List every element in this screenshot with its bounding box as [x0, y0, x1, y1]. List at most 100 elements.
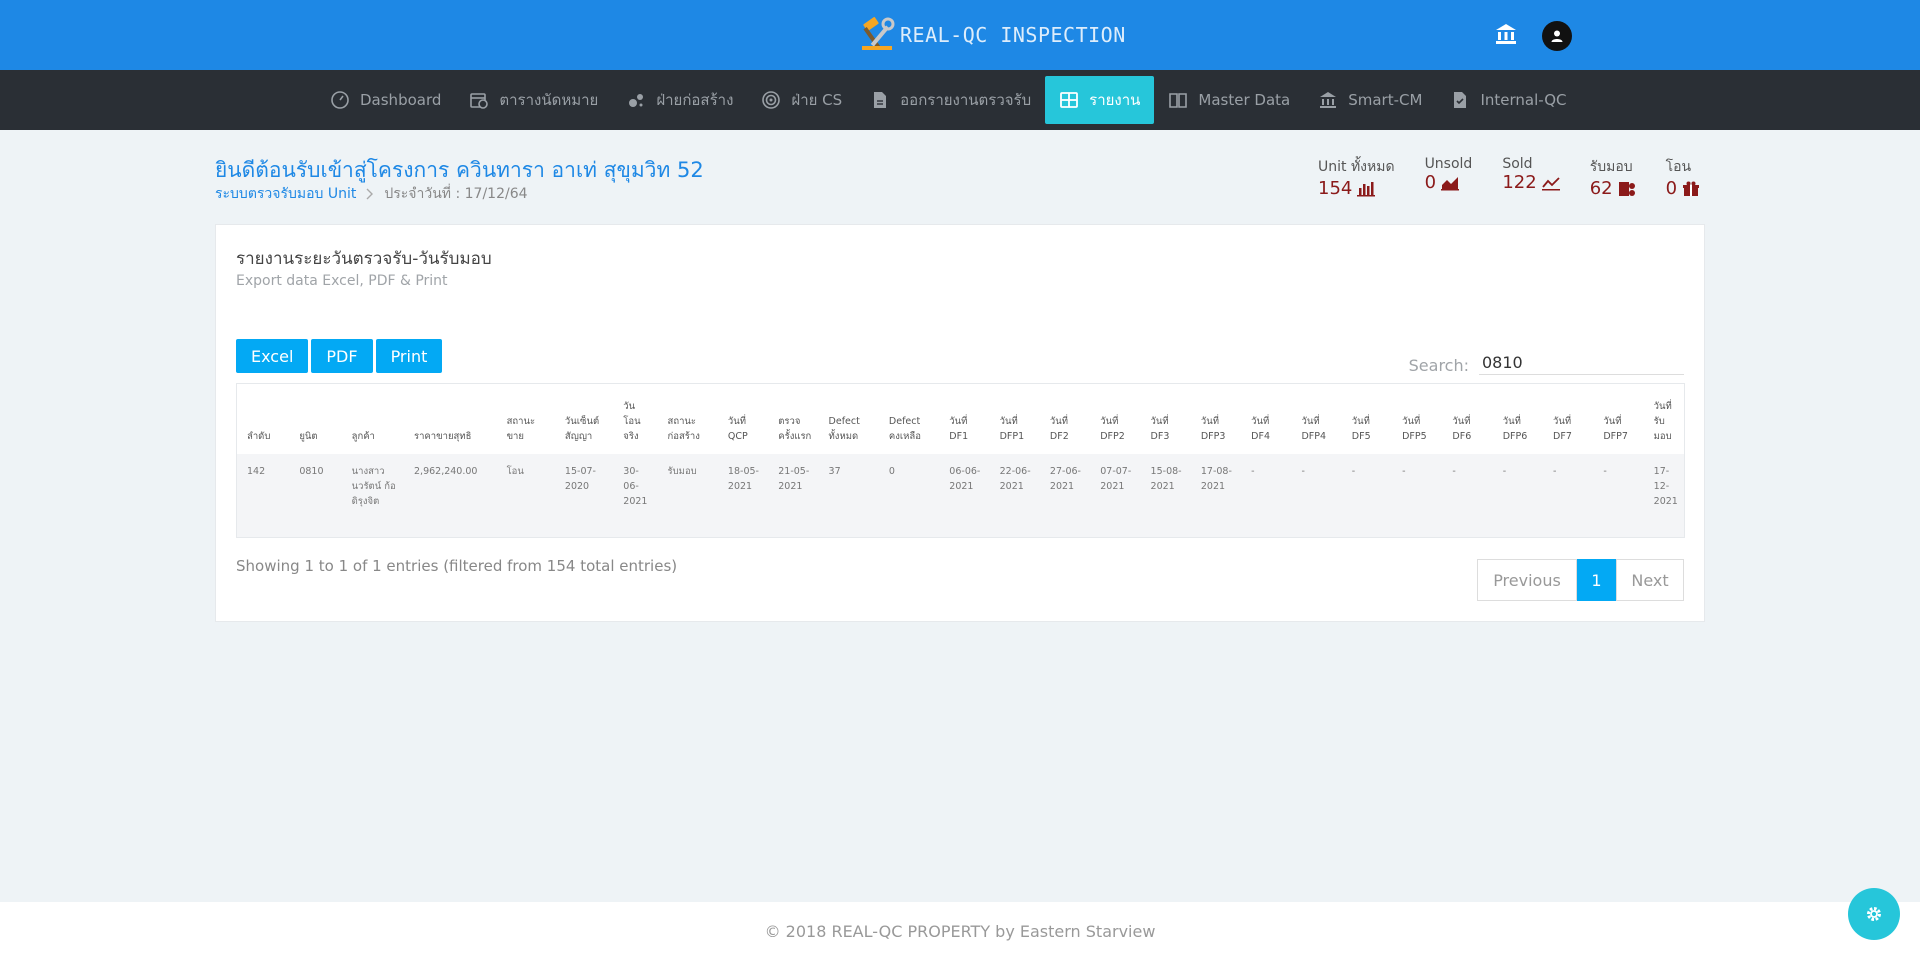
column-header[interactable]: วันเซ็นต์สัญญา — [555, 384, 613, 454]
gear-icon — [1867, 907, 1881, 921]
column-header[interactable]: วันที่ DF5 — [1342, 384, 1392, 454]
chevron-right-icon — [366, 188, 374, 200]
column-header[interactable]: วันที่ DF7 — [1543, 384, 1593, 454]
column-header[interactable]: วันที่ DF2 — [1040, 384, 1090, 454]
column-header[interactable]: วันที่รับมอบ — [1644, 384, 1684, 454]
next-button[interactable]: Next — [1616, 559, 1684, 601]
bank-icon[interactable] — [1494, 22, 1518, 46]
stat-label: รับมอบ — [1589, 159, 1633, 175]
calendar-clock-icon — [470, 93, 489, 109]
breadcrumb-link[interactable]: ระบบตรวจรับมอบ Unit — [215, 183, 356, 205]
column-header[interactable]: วันที่ DFP7 — [1593, 384, 1643, 454]
excel-button[interactable]: Excel — [236, 339, 309, 373]
table-cell: รับมอบ — [657, 454, 718, 537]
settings-button[interactable] — [1848, 888, 1900, 940]
page-1-button[interactable]: 1 — [1577, 559, 1616, 601]
brand-name: REAL-QC INSPECTION — [900, 23, 1126, 47]
book-icon — [1169, 93, 1188, 108]
nav-item-cs[interactable]: ฝ่าย CS — [747, 76, 856, 124]
doc-check-icon — [1454, 92, 1467, 108]
column-header[interactable]: สถานะก่อสร้าง — [658, 384, 718, 454]
column-header[interactable]: วันที่ DF6 — [1442, 384, 1492, 454]
card-subtitle: Export data Excel, PDF & Print — [236, 273, 448, 289]
footer: © 2018 REAL-QC PROPERTY by Eastern Starv… — [0, 902, 1920, 960]
column-header[interactable]: วันที่ DFP2 — [1090, 384, 1140, 454]
column-header[interactable]: Defect คงเหลือ — [879, 384, 939, 454]
user-avatar-icon — [1551, 30, 1563, 42]
report-table: ลำดับ ยูนิต ลูกค้า ราคาขายสุทธิ สถานะขาย วันเ… — [236, 383, 1685, 538]
table-cell: 2,962,240.00 — [404, 454, 497, 537]
table-cell: 17-12-2021 — [1643, 454, 1684, 537]
table-cell: - — [1442, 454, 1493, 537]
table-row[interactable]: 142 0810 นางสาวนวรัตน์ ก้อดิรุงจิต 2,962,24… — [237, 454, 1684, 537]
column-header[interactable]: วันที่ QCP — [718, 384, 768, 454]
pdf-button[interactable]: PDF — [311, 339, 373, 373]
table-cell: 21-05-2021 — [768, 454, 819, 537]
nav-item-label: ฝ่าย CS — [791, 91, 843, 109]
table-cell: - — [1392, 454, 1443, 537]
table-cell: 07-07-2021 — [1090, 454, 1141, 537]
report-card: รายงานระยะวันตรวจรับ-วันรับมอบ Export da… — [215, 224, 1705, 622]
nav-item-internal-qc[interactable]: Internal-QC — [1436, 76, 1580, 124]
brand[interactable]: REAL-QC INSPECTION — [858, 16, 1126, 54]
table-cell: - — [1543, 454, 1594, 537]
user-avatar[interactable] — [1542, 21, 1572, 51]
column-header[interactable]: วันที่ DF3 — [1141, 384, 1191, 454]
nav-item-label: Internal-QC — [1480, 91, 1567, 109]
table-cell: 18-05-2021 — [717, 454, 769, 537]
stat-value: 154 — [1318, 178, 1353, 199]
column-header[interactable]: วันที่ DF1 — [939, 384, 989, 454]
stat-value: 122 — [1502, 172, 1537, 193]
nav-item-schedule[interactable]: ตารางนัดหมาย — [455, 76, 612, 124]
stat-value: 0 — [1424, 172, 1437, 193]
main-navbar: Dashboard ตารางนัดหมาย ฝ่ายก่อสร้าง ฝ่าย… — [0, 70, 1920, 130]
column-header[interactable]: วันที่ DFP5 — [1392, 384, 1442, 454]
column-header[interactable]: วันที่ DFP1 — [990, 384, 1040, 454]
table-cell: 30-06-2021 — [613, 454, 658, 537]
stat-received: รับมอบ 62 — [1590, 156, 1636, 199]
stat-label: Unit ทั้งหมด — [1318, 159, 1395, 175]
nav-item-dashboard[interactable]: Dashboard — [316, 76, 455, 124]
column-header[interactable]: ยูนิต — [289, 384, 341, 454]
stat-label: โอน — [1665, 159, 1692, 175]
table-header-row: ลำดับ ยูนิต ลูกค้า ราคาขายสุทธิ สถานะขาย วันเ… — [237, 384, 1684, 454]
column-header[interactable]: Defect ทั้งหมด — [819, 384, 879, 454]
table-cell: 22-06-2021 — [989, 454, 1040, 537]
target-icon — [762, 91, 781, 109]
column-header[interactable]: วันที่ DF4 — [1241, 384, 1291, 454]
footer-text: © 2018 REAL-QC PROPERTY by Eastern Starv… — [764, 921, 1156, 941]
top-header: REAL-QC INSPECTION — [0, 0, 1920, 70]
nav-item-inspection-report[interactable]: ออกรายงานตรวจรับ — [856, 76, 1045, 124]
table-cell: โอน — [496, 454, 555, 537]
column-header[interactable]: ลำดับ — [237, 384, 289, 454]
column-header[interactable]: ราคาขายสุทธิ — [404, 384, 497, 454]
document-icon — [874, 92, 887, 108]
table-cell: 27-06-2021 — [1039, 454, 1091, 537]
column-header[interactable]: วันที่ DFP4 — [1291, 384, 1341, 454]
column-header[interactable]: วันที่ DFP3 — [1191, 384, 1241, 454]
previous-button[interactable]: Previous — [1477, 559, 1577, 601]
table-cell: นางสาวนวรัตน์ ก้อดิรุงจิต — [341, 454, 404, 537]
breadcrumb-date: ประจำวันที่ : 17/12/64 — [384, 186, 528, 202]
nav-item-smart-cm[interactable]: Smart-CM — [1304, 76, 1436, 124]
breadcrumb: ระบบตรวจรับมอบ Unit ประจำวันที่ : 17/12/… — [215, 183, 528, 205]
nav-item-label: ตารางนัดหมาย — [499, 91, 599, 109]
print-button[interactable]: Print — [375, 339, 443, 373]
nav-item-reports[interactable]: รายงาน — [1045, 76, 1155, 124]
column-header[interactable]: ตรวจครั้งแรก — [768, 384, 818, 454]
nav-item-label: Master Data — [1198, 91, 1291, 109]
column-header[interactable]: วันที่ DFP6 — [1493, 384, 1543, 454]
nav-item-master-data[interactable]: Master Data — [1154, 76, 1304, 124]
column-header[interactable]: ลูกค้า — [342, 384, 404, 454]
nav-item-construction[interactable]: ฝ่ายก่อสร้าง — [612, 76, 747, 124]
column-header[interactable]: วันโอนจริง — [613, 384, 657, 454]
pagination: Previous 1 Next — [1477, 559, 1684, 601]
nav-item-label: ฝ่ายก่อสร้าง — [656, 91, 734, 109]
area-chart-icon — [1441, 176, 1460, 190]
column-header[interactable]: สถานะขาย — [497, 384, 555, 454]
stat-transferred: โอน 0 — [1666, 156, 1700, 199]
table-search: Search: — [1409, 351, 1684, 375]
search-input[interactable] — [1479, 351, 1684, 375]
stat-value: 62 — [1589, 178, 1613, 199]
card-title: รายงานระยะวันตรวจรับ-วันรับมอบ — [236, 249, 492, 269]
